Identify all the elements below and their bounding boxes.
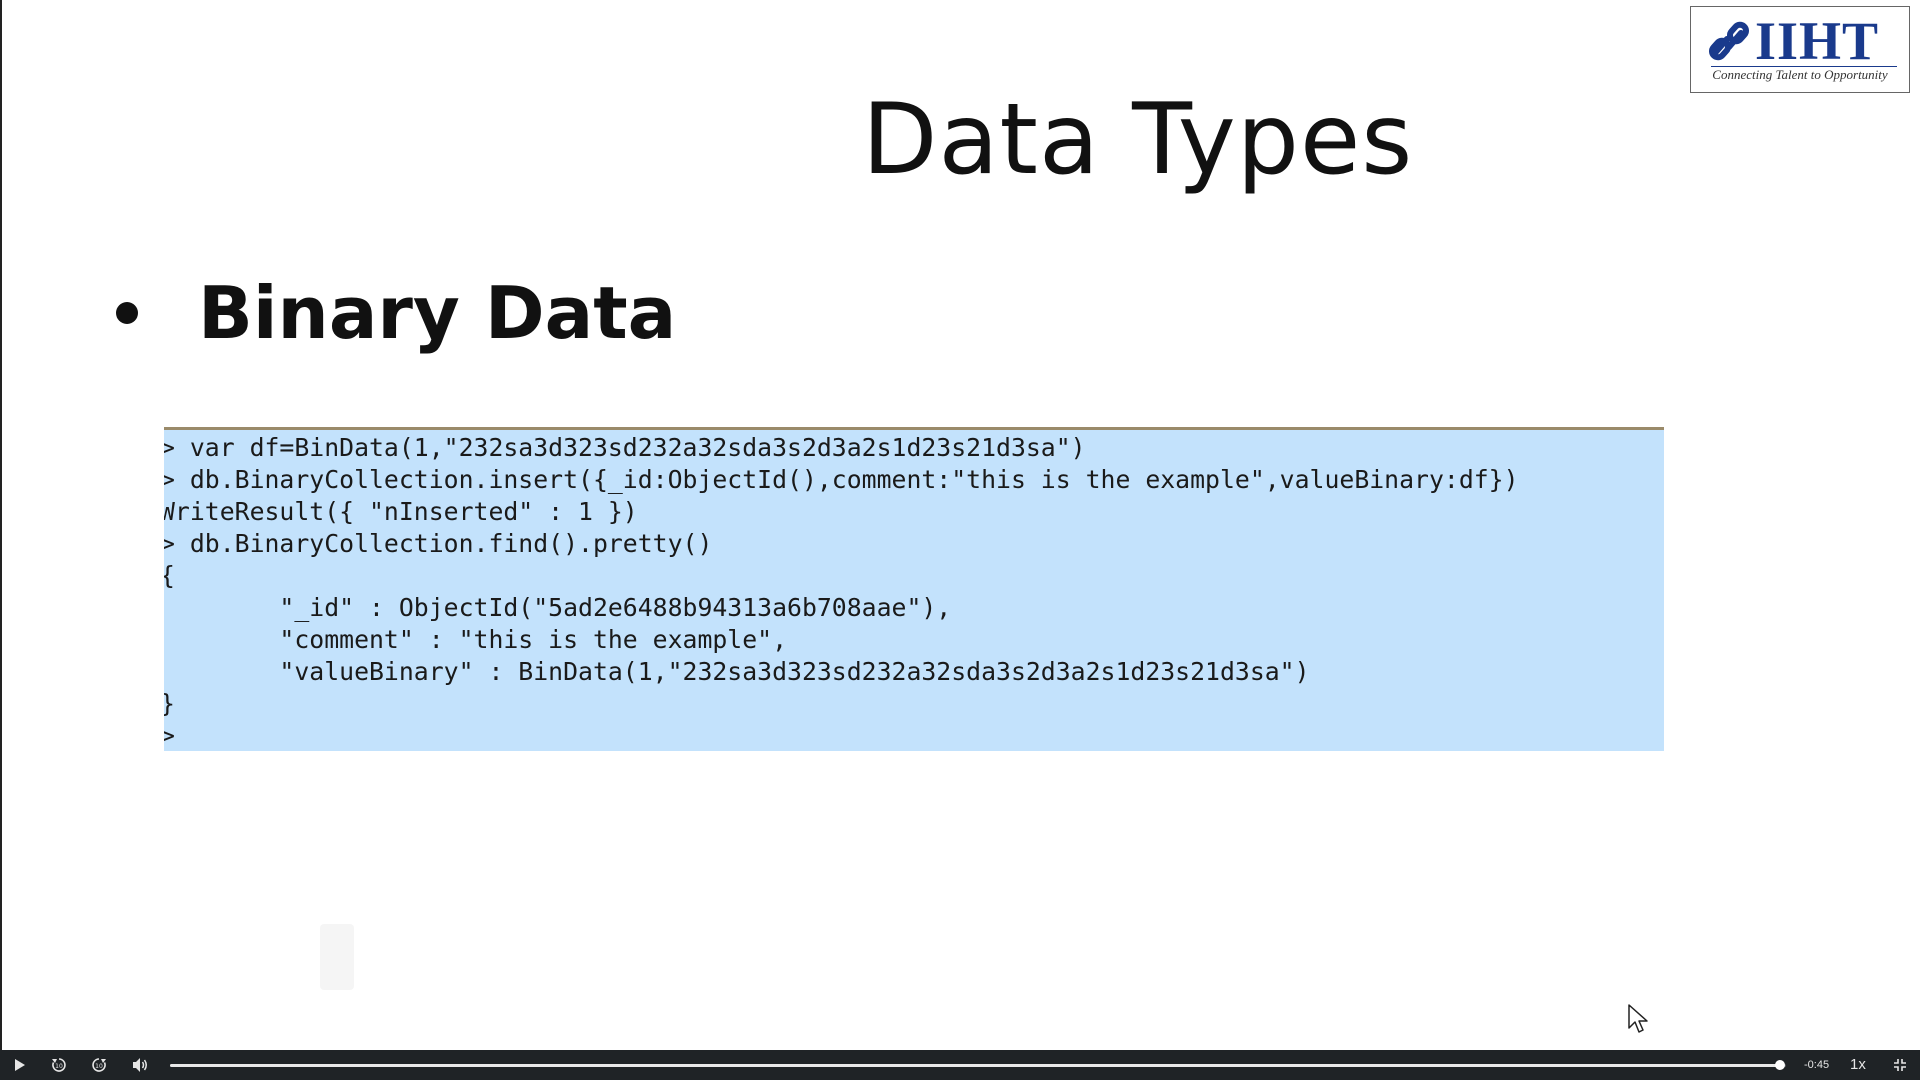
bullet-dot-icon: [116, 302, 138, 324]
forward-button[interactable]: 10: [86, 1050, 112, 1080]
play-icon: [15, 1059, 25, 1071]
forward-icon: 10: [92, 1058, 106, 1072]
bullet-text: Binary Data: [198, 271, 677, 355]
progress-handle[interactable]: [1775, 1060, 1786, 1070]
progress-fill: [170, 1064, 1781, 1067]
rewind-button[interactable]: 10: [46, 1050, 72, 1080]
slide-title: Data Types: [862, 83, 1414, 197]
svg-text:10: 10: [95, 1063, 103, 1070]
rewind-icon: 10: [52, 1058, 66, 1072]
faint-artifact: [320, 924, 354, 990]
code-line: WriteResult({ "nInserted" : 1 }): [164, 497, 638, 526]
svg-text:10: 10: [55, 1063, 63, 1070]
mouse-pointer-icon: [1628, 1004, 1648, 1033]
playback-speed-button[interactable]: 1x: [1850, 1050, 1866, 1080]
iiht-logo: IIHT Connecting Talent to Opportunity: [1690, 6, 1910, 93]
logo-wordmark: IIHT: [1755, 11, 1880, 71]
code-line: }: [164, 688, 175, 720]
progress-bar[interactable]: [170, 1060, 1786, 1070]
code-line: > db.BinaryCollection.insert({_id:Object…: [164, 465, 1519, 494]
volume-icon: [133, 1058, 147, 1072]
code-line: "valueBinary" : BinData(1,"232sa3d323sd2…: [164, 657, 1310, 686]
code-line: {: [164, 560, 175, 592]
play-button[interactable]: [8, 1050, 32, 1080]
fullscreen-icon: [1894, 1059, 1906, 1071]
code-line: >: [164, 720, 175, 751]
code-line: "_id" : ObjectId("5ad2e6488b94313a6b708a…: [164, 593, 952, 622]
slide: IIHT Connecting Talent to Opportunity Da…: [0, 0, 1920, 1050]
bullet-item: Binary Data: [116, 268, 676, 358]
volume-button[interactable]: [128, 1050, 152, 1080]
video-player-controls: 10 10 -0:45 1x: [0, 1050, 1920, 1080]
fullscreen-button[interactable]: [1888, 1050, 1912, 1080]
logo-tagline: Connecting Talent to Opportunity: [1712, 67, 1888, 82]
code-line: > db.BinaryCollection.find().pretty(): [164, 529, 713, 558]
chain-link-icon: [1708, 21, 1750, 61]
code-line: > var df=BinData(1,"232sa3d323sd232a32sd…: [164, 433, 1086, 462]
code-screenshot: > var df=BinData(1,"232sa3d323sd232a32sd…: [164, 427, 1664, 751]
time-remaining: -0:45: [1804, 1059, 1830, 1071]
code-line: "comment" : "this is the example",: [164, 625, 788, 654]
